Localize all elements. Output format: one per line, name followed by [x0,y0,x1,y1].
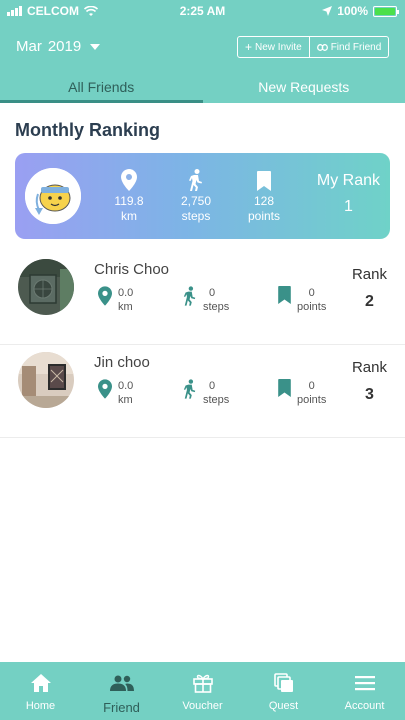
location-pin-icon [121,169,137,191]
steps-value: 0 [209,287,216,299]
month-selector[interactable]: Mar 2019 [16,38,101,55]
link-icon [316,43,328,51]
my-rank-label: My Rank [316,172,380,189]
friend-points: 0 points [278,286,326,314]
walking-icon [183,379,196,399]
chevron-down-icon [90,43,101,50]
bottom-nav: Home Friend Voucher Quest Account [0,662,405,720]
friend-distance: 0.0 km [98,286,133,314]
quest-icon [273,673,293,692]
my-rank: My Rank 1 [317,172,380,216]
distance-value: 0.0 [118,380,134,392]
friend-steps: 0 steps [183,379,229,407]
friend-name: Chris Choo [94,261,170,278]
nav-voucher-label: Voucher [182,700,223,712]
avatar [25,168,81,224]
steps-value: 0 [209,380,216,392]
friend-distance: 0.0 km [98,379,133,407]
steps-unit: steps [203,301,230,313]
friend-rank: Rank 2 [352,266,387,311]
find-friend-label: Find Friend [330,41,382,53]
points-unit: points [297,394,327,406]
friend-points: 0 points [278,379,326,407]
bookmark-icon [257,171,271,191]
walking-icon [189,169,202,191]
nav-account[interactable]: Account [324,662,405,720]
friends-icon [109,675,134,691]
friend-row[interactable]: Chris Choo 0.0 km 0 steps 0 points Rank [0,252,405,345]
my-steps-stat: 2,750 steps [174,167,218,224]
points-value: 0 [308,287,315,299]
bookmark-icon [278,286,291,304]
steps-value: 2,750 [180,194,212,208]
distance-unit: km [118,394,133,406]
plus-icon: + [245,40,253,54]
tab-all-friends[interactable]: All Friends [0,72,203,103]
location-pin-icon [98,379,112,399]
walking-icon [183,286,196,306]
tab-bar: All Friends New Requests [0,72,405,103]
home-icon [30,674,51,692]
distance-value: 119.8 [114,194,144,208]
month-label: Mar [16,38,42,55]
new-invite-button[interactable]: + New Invite [238,37,309,57]
nav-friend[interactable]: Friend [81,662,162,720]
nav-home[interactable]: Home [0,662,81,720]
steps-unit: steps [203,394,230,406]
rank-label: Rank [351,359,387,376]
distance-unit: km [121,209,137,223]
avatar [18,352,74,408]
status-bar: CELCOM 2:25 AM 100% [0,0,405,22]
section-title: Monthly Ranking [15,120,160,140]
rank-value: 3 [365,386,374,403]
my-distance-stat: 119.8 km [111,167,147,224]
app-header: CELCOM 2:25 AM 100% Mar 2019 + New Invit… [0,0,405,103]
location-pin-icon [98,286,112,306]
nav-voucher[interactable]: Voucher [162,662,243,720]
location-arrow-icon [322,6,333,16]
nav-account-label: Account [344,700,385,712]
new-invite-label: New Invite [255,41,302,53]
find-friend-button[interactable]: Find Friend [308,37,389,57]
friend-name: Jin choo [94,354,150,371]
battery-icon [373,5,399,17]
distance-unit: km [118,301,133,313]
friend-steps: 0 steps [183,286,229,314]
points-unit: points [297,301,327,313]
my-ranking-card: 119.8 km 2,750 steps 128 points My Rank … [15,153,390,239]
nav-home-label: Home [25,700,56,712]
battery-percent: 100% [337,4,368,18]
tab-new-requests[interactable]: New Requests [203,72,405,103]
rank-value: 2 [365,293,374,310]
my-rank-value: 1 [343,198,353,215]
friend-rank: Rank 3 [352,359,387,404]
year-label: 2019 [47,38,82,55]
menu-icon [354,676,375,691]
gift-icon [192,674,213,693]
avatar [18,259,74,315]
bookmark-icon [278,379,291,397]
points-unit: points [247,209,281,223]
points-value: 0 [308,380,315,392]
steps-unit: steps [181,209,211,223]
nav-friend-label: Friend [103,700,140,715]
my-points-stat: 128 points [244,167,284,224]
nav-quest[interactable]: Quest [243,662,324,720]
distance-value: 0.0 [118,287,134,299]
header-actions: + New Invite Find Friend [237,36,390,58]
rank-label: Rank [351,266,387,283]
points-value: 128 [253,194,275,208]
nav-quest-label: Quest [268,700,299,712]
friend-row[interactable]: Jin choo 0.0 km 0 steps 0 points Rank 3 [0,345,405,438]
